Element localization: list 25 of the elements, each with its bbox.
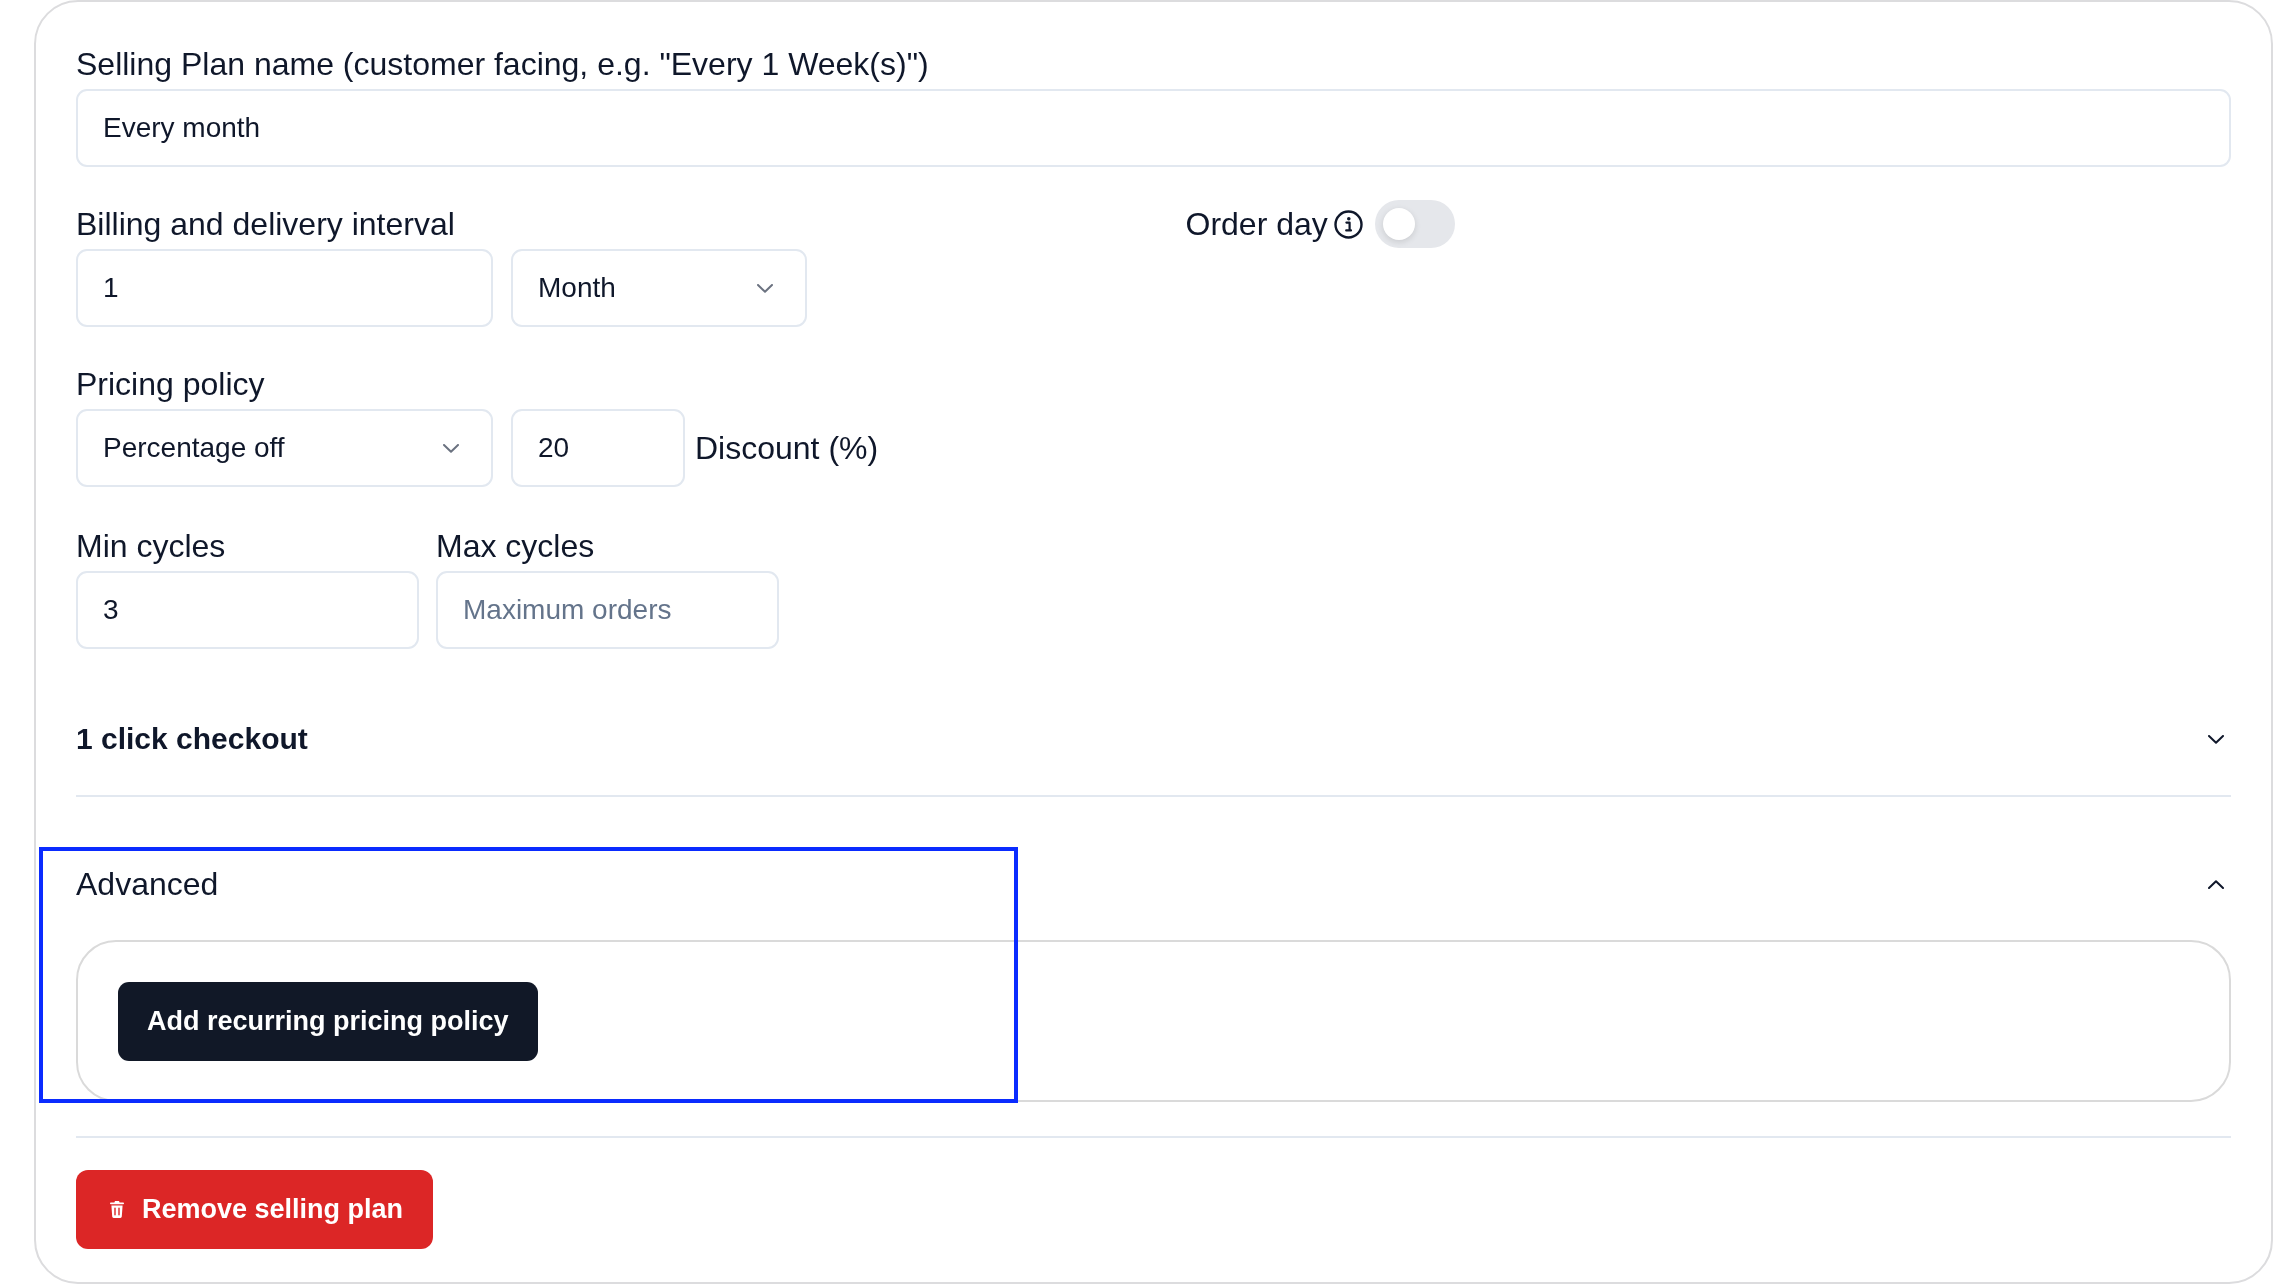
chevron-up-icon[interactable] <box>2208 879 2224 889</box>
text-input[interactable]: Every month <box>76 89 2231 167</box>
field-label: Billing and delivery interval <box>76 205 455 243</box>
dropdown[interactable]: Month <box>511 249 807 327</box>
chevron-down-icon[interactable] <box>2208 734 2224 744</box>
chevron-down-icon <box>757 283 773 293</box>
field-label: Selling Plan name (customer facing, e.g. "Every 1 Week(s)") <box>76 45 929 83</box>
field-label: Min cycles <box>76 527 226 565</box>
toggle-switch[interactable] <box>1374 200 1455 248</box>
chevron-down-icon <box>443 443 459 453</box>
number-input[interactable]: 20 <box>511 409 685 487</box>
section-title[interactable]: 1 click checkout <box>76 721 308 757</box>
number-input[interactable]: 1 <box>76 249 493 327</box>
info-icon[interactable] <box>1333 209 1363 239</box>
dropdown[interactable]: Percentage off <box>76 409 493 487</box>
section-title[interactable]: Advanced <box>76 865 219 903</box>
trash-icon <box>110 1201 124 1218</box>
number-input[interactable]: 3 <box>76 571 419 649</box>
number-input[interactable]: Maximum orders <box>436 571 779 649</box>
field-label: Pricing policy <box>76 365 265 403</box>
field-label: Max cycles <box>436 527 595 565</box>
add-policy-button[interactable]: Add recurring pricing policy <box>118 982 538 1061</box>
field-label: Order day <box>1185 205 1328 243</box>
remove-button[interactable]: Remove selling plan <box>76 1170 434 1249</box>
unit-label: Discount (%) <box>695 429 879 467</box>
